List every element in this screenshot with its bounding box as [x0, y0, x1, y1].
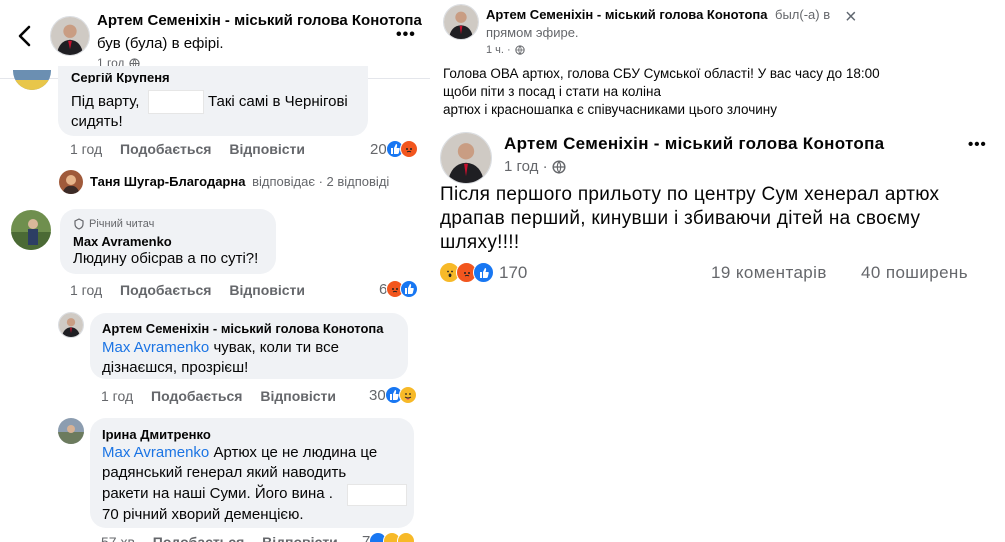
commenter-avatar[interactable] — [13, 70, 51, 90]
reply-summary-text: відповідає · 2 відповіді — [252, 174, 390, 189]
badge-icon — [73, 218, 85, 230]
comment-time: 1 год — [70, 141, 103, 157]
comment-actions: 1 год Подобається Відповісти — [70, 141, 319, 157]
post-text-line: шляху!!!! — [440, 232, 520, 253]
like-button[interactable]: Подобається — [120, 282, 211, 298]
comment-time: 1 год — [70, 282, 103, 298]
author-avatar[interactable] — [440, 132, 492, 184]
post-text-line: Після першого прильоту по центру Сум хен… — [440, 184, 940, 205]
comment-author[interactable]: Артем Семеніхін - міський голова Конотоп… — [102, 321, 383, 336]
post-status: був (була) в ефірі. — [97, 35, 224, 52]
reaction-summary[interactable]: 20 — [370, 140, 418, 158]
back-arrow-icon[interactable] — [14, 24, 36, 48]
comment-author[interactable]: Сергій Крупеня — [71, 73, 170, 83]
comment-text-part: ракети на наші Суми. Його вина . — [102, 485, 333, 502]
like-button[interactable]: Подобається — [120, 141, 211, 157]
like-reaction-icon — [400, 280, 419, 298]
reaction-summary[interactable]: 7 — [362, 532, 416, 542]
reaction-summary[interactable]: 6 — [379, 280, 419, 298]
comment-text-part: Артюх це не людина це — [209, 444, 378, 461]
post-time-label: 1 год · — [504, 158, 548, 175]
comment-author[interactable]: Ірина Дмитренко — [102, 427, 211, 442]
commenter-avatar[interactable] — [58, 418, 84, 444]
reply-summary[interactable]: Таня Шугар-Благодарна відповідає · 2 від… — [90, 174, 389, 189]
comment-author[interactable]: Max Avramenko — [73, 234, 172, 249]
comment-text-part: 70 річний хворий деменцією. — [102, 506, 304, 523]
reply-button[interactable]: Відповісти — [262, 534, 338, 542]
comment-text: Max Avramenko Артюх це не людина це — [102, 443, 377, 463]
screenshot-collage: Артем Семеніхін - міський голова Конотоп… — [0, 0, 1005, 542]
globe-icon — [515, 45, 525, 55]
post-time-label: 1 ч. · — [486, 44, 511, 56]
more-options-button[interactable]: ••• — [396, 26, 416, 44]
comment-time: 1 год — [101, 388, 134, 404]
comment-time: 57 хв — [101, 534, 135, 542]
post-text-line: артюх і красношапка є співучасниками цьо… — [443, 102, 777, 117]
replier-avatar[interactable] — [59, 170, 83, 194]
post-time: 1 ч. · — [486, 44, 525, 56]
reaction-count: 30 — [369, 386, 386, 404]
globe-icon — [552, 159, 566, 174]
post-text-line: щоби піти з посад і стати на коліна — [443, 84, 661, 99]
care-reaction-icon — [398, 386, 417, 404]
author-avatar[interactable] — [50, 16, 90, 56]
close-button[interactable]: × — [845, 6, 857, 29]
comments-count-link[interactable]: 19 коментарів — [711, 263, 827, 283]
comment-actions: 57 хв Подобається Відповісти — [101, 534, 352, 542]
comment-text: Людину обісрав а по суті?! — [73, 250, 259, 267]
comment-text: Max Avramenko чувак, коли ти все — [102, 338, 339, 358]
like-button[interactable]: Подобається — [153, 534, 244, 542]
comment-text-part: радянський генерал який наводить — [102, 464, 347, 481]
post-reaction-summary[interactable]: 170 — [439, 262, 530, 283]
post-author-name[interactable]: Артем Семеніхін - міський голова Конотоп… — [97, 12, 422, 29]
post-text-line: драпав перший, кинувши і збиваючи дітей … — [440, 208, 921, 229]
replier-name[interactable]: Таня Шугар-Благодарна — [90, 174, 245, 189]
reaction-count: 170 — [499, 262, 528, 282]
post-status-line2: прямом эфире. — [486, 25, 579, 40]
shares-count-link[interactable]: 40 поширень — [861, 263, 968, 283]
reply-button[interactable]: Відповісти — [229, 282, 305, 298]
comment-text-part: Такі самі в Чернігові — [208, 93, 348, 110]
badge-label: Річний читач — [89, 218, 155, 230]
care-reaction-icon — [397, 532, 416, 542]
like-button[interactable]: Подобається — [151, 388, 242, 404]
comment-text-part: дізнаєшся, прозрієш! — [102, 359, 249, 376]
post-author-name[interactable]: Артем Семеніхін - міський голова Конотоп… — [504, 134, 884, 154]
comment-actions: 1 год Подобається Відповісти — [101, 388, 350, 404]
reply-button[interactable]: Відповісти — [229, 141, 305, 157]
redacted-block — [148, 90, 204, 114]
posts-panel: Артем Семеніхін - міський голова Конотоп… — [433, 0, 1005, 542]
author-avatar[interactable] — [443, 4, 479, 40]
reaction-count: 20 — [370, 140, 387, 158]
commenter-avatar[interactable] — [11, 210, 51, 250]
reply-button[interactable]: Відповісти — [260, 388, 336, 404]
redacted-block — [347, 484, 407, 506]
reaction-summary[interactable]: 30 — [369, 386, 417, 404]
post-author-name[interactable]: Артем Семеніхін - міський голова Конотоп… — [486, 7, 767, 22]
comment-text-part: сидять! — [71, 113, 123, 130]
post-time: 1 год · — [504, 158, 566, 175]
comment-actions: 1 год Подобається Відповісти — [70, 282, 319, 298]
more-options-button[interactable]: ••• — [968, 136, 987, 153]
like-reaction-icon — [473, 262, 494, 283]
angry-reaction-icon — [399, 140, 418, 158]
mention-link[interactable]: Max Avramenko — [102, 444, 209, 461]
comments-panel: Артем Семеніхін - міський голова Конотоп… — [0, 0, 430, 542]
post-status: был(-а) в — [775, 7, 831, 22]
post-text-line: Голова ОВА артюх, голова СБУ Сумської об… — [443, 66, 880, 81]
mention-link[interactable]: Max Avramenko — [102, 339, 209, 356]
badge: Річний читач — [73, 218, 154, 230]
comment-text-part: чувак, коли ти все — [209, 339, 339, 356]
author-avatar[interactable] — [58, 312, 84, 338]
comment-text-part: Під варту, — [71, 93, 140, 110]
